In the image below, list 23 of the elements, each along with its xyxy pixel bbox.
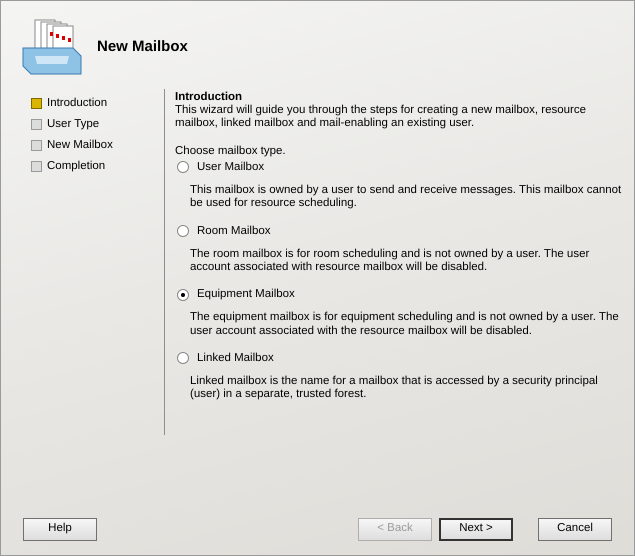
option-description: The equipment mailbox is for equipment scheduling and is not owned by a user. The user account associated with the resource mailbox will be disabled. <box>190 311 620 338</box>
wizard-button[interactable]: Next > <box>439 518 513 540</box>
radio-label[interactable]: Linked Mailbox <box>197 352 274 366</box>
radio-button[interactable] <box>177 288 189 301</box>
step-label: Introduction <box>47 96 108 111</box>
step-label: Completion <box>47 158 106 174</box>
step-label: User Type <box>47 116 100 132</box>
radio-button[interactable] <box>177 352 189 364</box>
prompt-text: Choose mailbox type. <box>175 144 287 158</box>
radio-button[interactable] <box>177 161 189 174</box>
radio-label[interactable]: Room Mailbox <box>197 224 270 238</box>
option-description: This mailbox is owned by a user to send and receive messages. This mailbox cannot be used for resource scheduling. <box>190 184 622 211</box>
wizard-title: New Mailbox <box>97 36 188 57</box>
radio-label[interactable]: Equipment Mailbox <box>197 288 295 302</box>
option-description: The room mailbox is for room scheduling and is not owned by a user. The user account associated with resource mailbox will be disabled. <box>190 248 590 274</box>
wizard-button[interactable]: Cancel <box>538 518 612 540</box>
radio-button[interactable] <box>177 225 189 238</box>
intro-text: This wizard will guide you through the steps for creating a new mailbox, resource mailbox, linked mailbox and mail-enabling an existing user. <box>175 104 588 131</box>
step-label: New Mailbox <box>47 138 113 153</box>
option-description: Linked mailbox is the name for a mailbox that is accessed by a security principal (user) in a separate, trusted forest. <box>190 375 599 402</box>
wizard-button[interactable]: Help <box>23 518 97 540</box>
section-heading: Introduction <box>175 91 244 104</box>
radio-label[interactable]: User Mailbox <box>197 160 264 174</box>
